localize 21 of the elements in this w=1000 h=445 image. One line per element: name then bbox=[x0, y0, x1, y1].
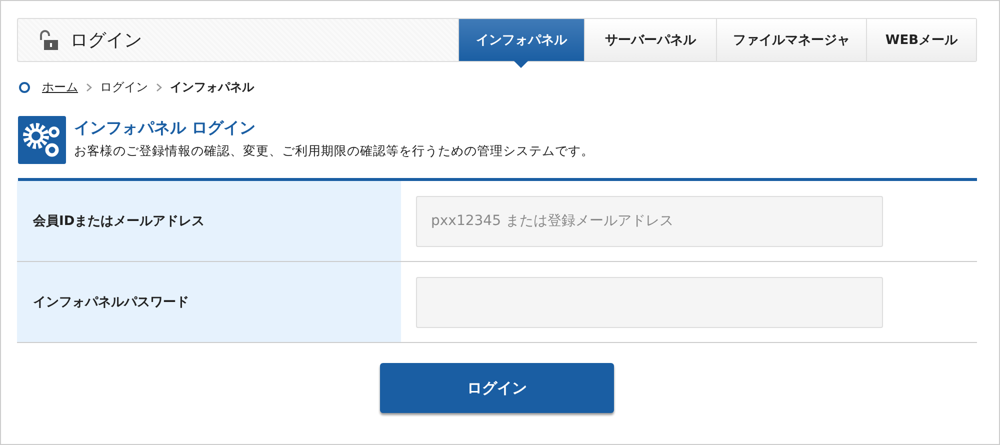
nav-tab[interactable]: サーバーパネル bbox=[584, 19, 716, 61]
input-field[interactable] bbox=[416, 276, 883, 328]
chevron-icon bbox=[86, 82, 92, 92]
nav-tab[interactable]: インフォパネル bbox=[458, 19, 584, 61]
input-field[interactable]: pxx12345 または登録メールアドレス bbox=[416, 196, 883, 246]
login-button[interactable]: ログイン bbox=[380, 363, 614, 413]
unlocked-padlock-icon bbox=[38, 29, 60, 51]
breadcrumb-item: ログイン bbox=[100, 78, 148, 96]
bullet-icon bbox=[19, 82, 30, 92]
nav-tab[interactable]: ファイルマネージャ bbox=[716, 19, 866, 61]
gears-icon bbox=[18, 116, 66, 164]
breadcrumb-link[interactable]: ホーム bbox=[42, 78, 78, 96]
section-title: インフォパネル ログイン bbox=[74, 118, 257, 139]
page-title: ログイン bbox=[70, 29, 142, 52]
nav-tab[interactable]: WEBメール bbox=[866, 19, 976, 61]
field-label: 会員IDまたはメールアドレス bbox=[17, 181, 401, 261]
field-label: インフォパネルパスワード bbox=[17, 262, 401, 342]
breadcrumb-item: インフォパネル bbox=[170, 78, 254, 96]
chevron-icon bbox=[156, 82, 162, 92]
section-description: お客様のご登録情報の確認、変更、ご利用期限の確認等を行うための管理システムです。 bbox=[74, 143, 594, 160]
tab-pointer-icon bbox=[514, 61, 528, 68]
